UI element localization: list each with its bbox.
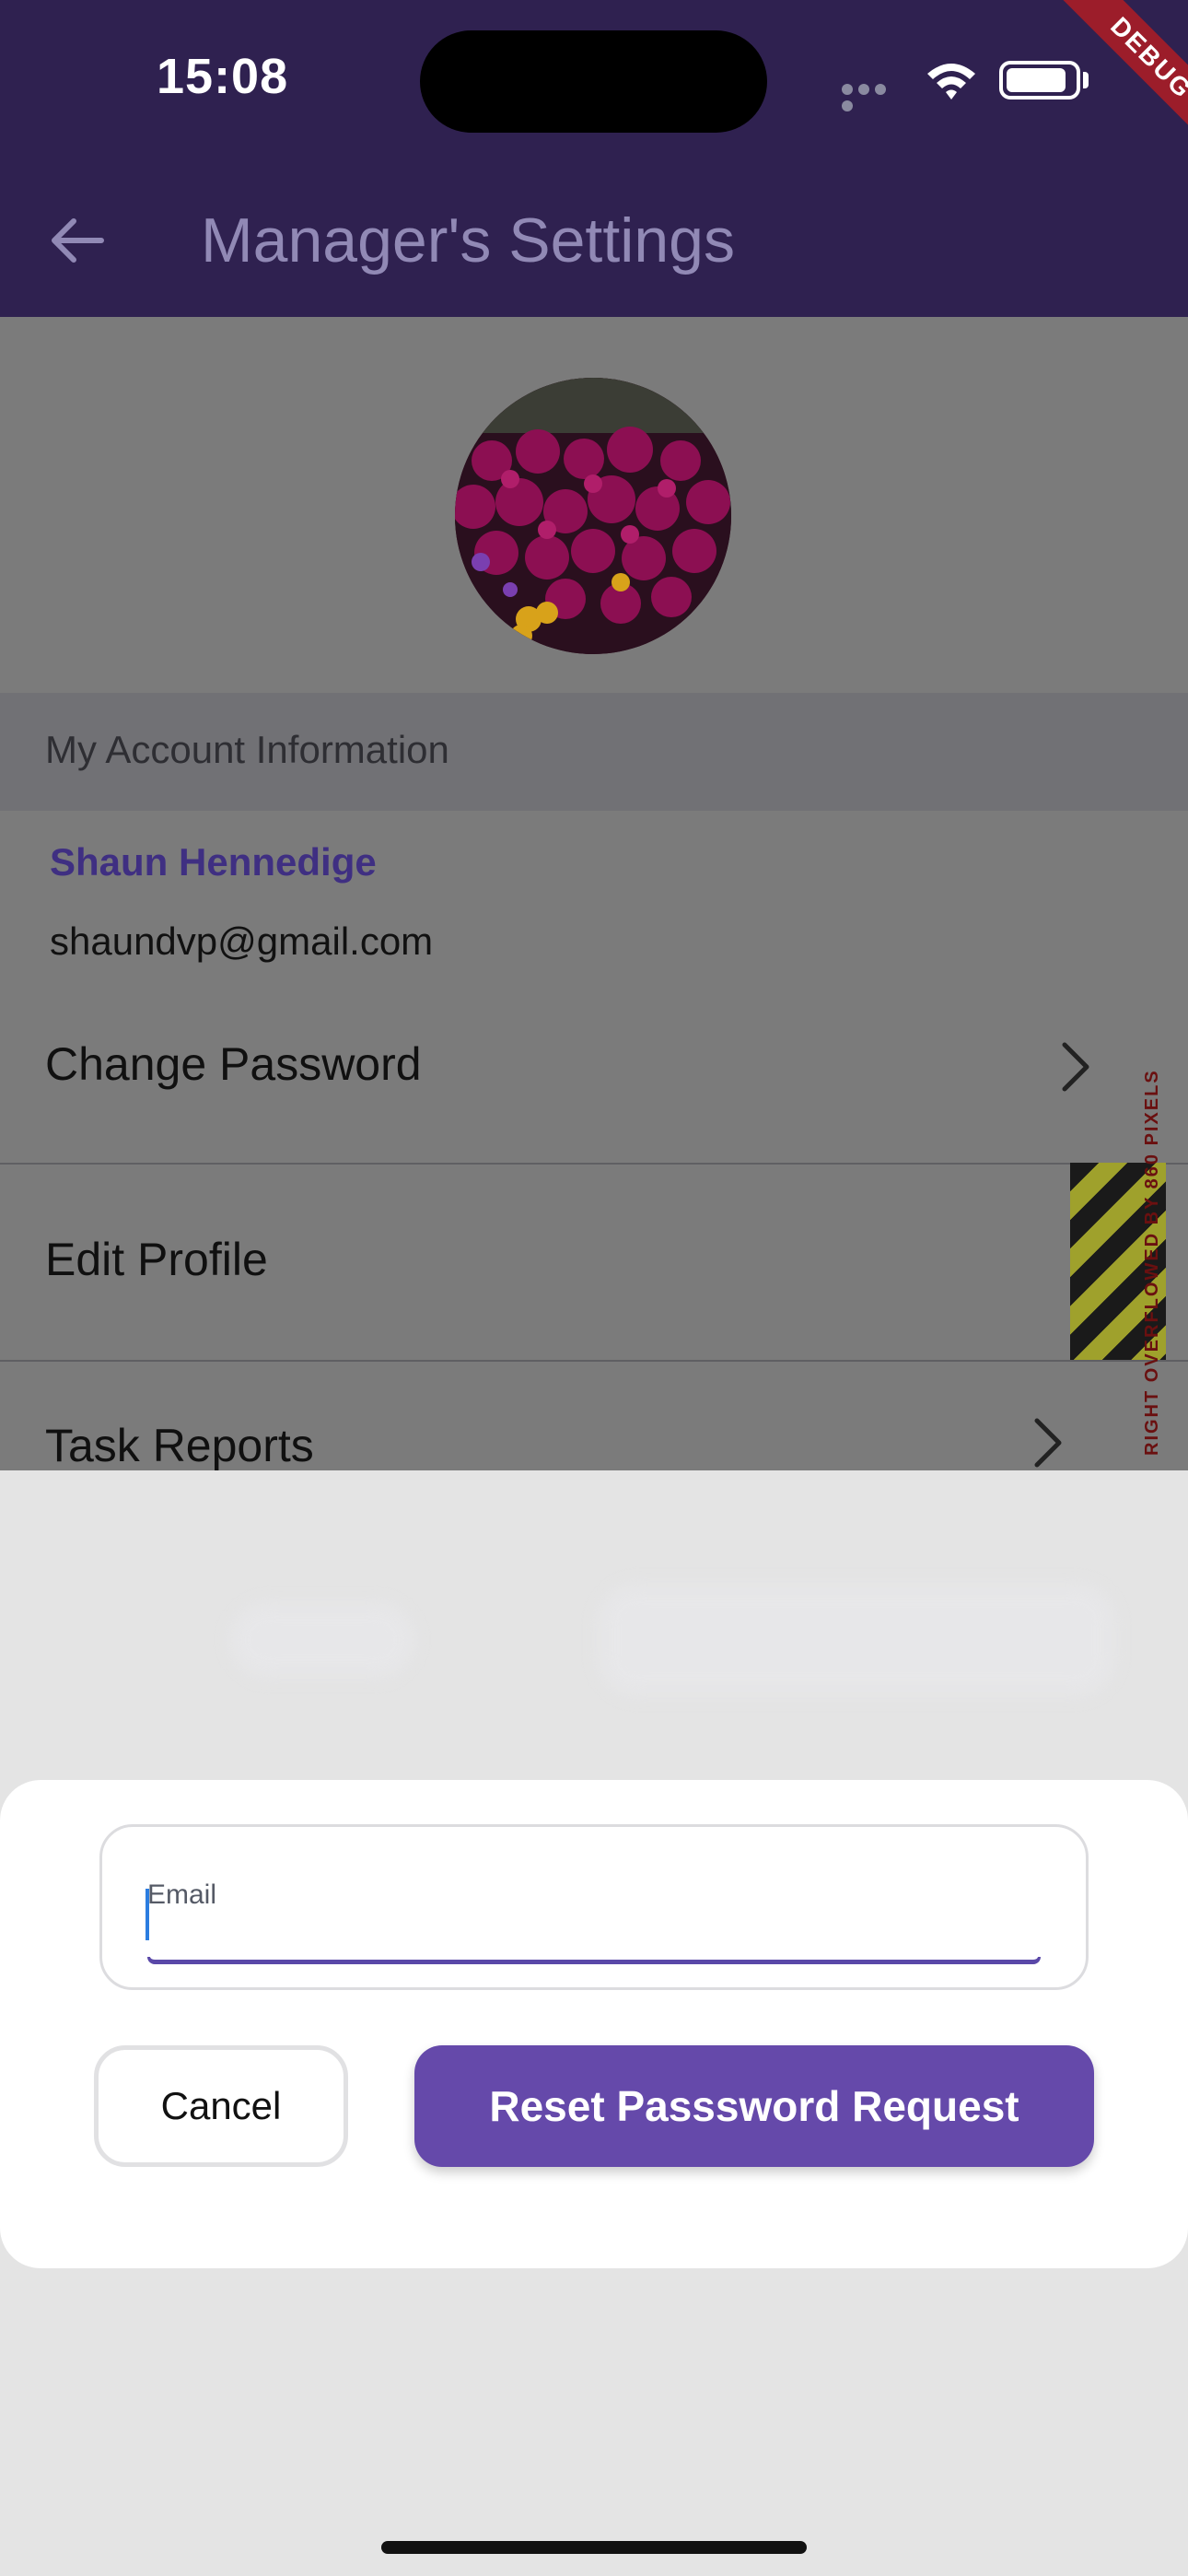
chevron-right-icon xyxy=(1034,1418,1062,1468)
reset-password-button[interactable]: Reset Passsword Request xyxy=(414,2045,1094,2167)
cancel-button[interactable]: Cancel xyxy=(94,2045,348,2167)
menu-item-change-password[interactable]: Change Password xyxy=(0,1013,1188,1161)
menu-item-label: Task Reports xyxy=(45,1420,314,1470)
menu-item-edit-profile[interactable]: Edit Profile xyxy=(0,1165,1188,1358)
overflow-warning: RIGHT OVERFLOWED BY 860 PIXELS xyxy=(1142,1069,1162,1456)
wifi-icon xyxy=(927,64,975,100)
debug-ribbon: DEBUG xyxy=(1013,0,1188,175)
section-title: My Account Information xyxy=(45,728,449,771)
menu-item-label: Edit Profile xyxy=(45,1234,268,1285)
debug-label: DEBUG xyxy=(1105,11,1188,104)
cellular-signal-icon xyxy=(842,83,906,111)
menu-item-label: Change Password xyxy=(45,1038,422,1090)
home-indicator[interactable] xyxy=(381,2541,807,2554)
user-name: Shaun Hennedige xyxy=(50,840,377,884)
ghost-element xyxy=(230,1603,414,1677)
email-field[interactable] xyxy=(99,1824,1089,1990)
status-time: 15:08 xyxy=(157,49,289,104)
email-underline xyxy=(147,1957,1041,1964)
text-cursor xyxy=(146,1889,149,1940)
ghost-element xyxy=(599,1585,1114,1695)
back-arrow-icon[interactable] xyxy=(46,210,107,271)
avatar-image xyxy=(455,378,731,654)
page-title: Manager's Settings xyxy=(201,205,735,275)
dynamic-island xyxy=(420,30,767,133)
menu-item-task-reports[interactable]: Task Reports xyxy=(0,1362,1188,1470)
user-email: shaundvp@gmail.com xyxy=(50,919,434,963)
chevron-right-icon xyxy=(1062,1042,1089,1092)
email-label: Email xyxy=(147,1879,217,1910)
avatar[interactable] xyxy=(455,378,731,654)
